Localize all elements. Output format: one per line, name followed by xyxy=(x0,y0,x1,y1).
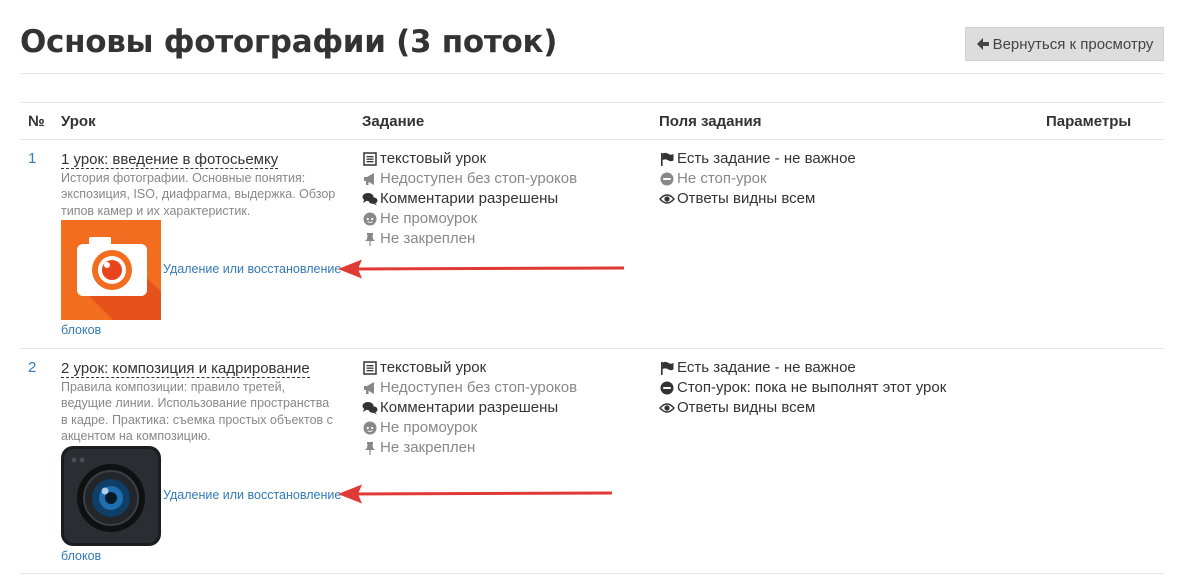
field-stop-lesson: Не стоп-урок xyxy=(659,170,767,187)
row-divider xyxy=(20,573,1164,574)
lesson-title-link[interactable]: 2 урок: композиция и кадрирование xyxy=(61,360,310,378)
task-type: текстовый урок xyxy=(362,150,486,167)
table-header-border xyxy=(20,139,1164,140)
bullhorn-icon xyxy=(362,380,378,396)
pin-icon xyxy=(362,231,378,247)
minus-circle-icon xyxy=(659,380,675,396)
page-title: Основы фотографии (3 поток) xyxy=(20,24,558,60)
task-pinned: Не закреплен xyxy=(362,439,475,456)
row-number: 1 xyxy=(28,150,37,167)
column-header-task-fields: Поля задания xyxy=(659,113,762,130)
pin-icon xyxy=(362,440,378,456)
comments-icon xyxy=(362,191,378,207)
eye-icon xyxy=(659,400,675,416)
field-answers-visibility: Ответы видны всем xyxy=(659,190,815,207)
orange-camera-icon xyxy=(61,220,161,320)
task-promo: Не промоурок xyxy=(362,419,477,436)
field-answers-visibility: Ответы видны всем xyxy=(659,399,815,416)
field-stop-lesson: Стоп-урок: пока не выполнят этот урок xyxy=(659,379,946,396)
column-header-number: № xyxy=(28,113,45,130)
minus-circle-icon xyxy=(659,171,675,187)
blocks-link[interactable]: блоков xyxy=(61,549,101,563)
task-promo: Не промоурок xyxy=(362,210,477,227)
task-access: Недоступен без стоп-уроков xyxy=(362,379,577,396)
table-top-border xyxy=(20,102,1164,103)
annotation-arrow xyxy=(338,484,613,504)
blocks-link[interactable]: блоков xyxy=(61,323,101,337)
task-type: текстовый урок xyxy=(362,359,486,376)
row-divider xyxy=(20,348,1164,349)
column-header-parameters: Параметры xyxy=(1046,113,1132,130)
field-assignment: Есть задание - не важное xyxy=(659,150,856,167)
arrow-left-icon xyxy=(976,37,990,51)
reddit-icon xyxy=(362,420,378,436)
comments-icon xyxy=(362,400,378,416)
list-icon xyxy=(362,151,378,167)
annotation-arrow xyxy=(338,259,625,279)
task-comments: Комментарии разрешены xyxy=(362,399,558,416)
flag-icon xyxy=(659,151,675,167)
lesson-description: Правила композиции: правило третей, веду… xyxy=(61,380,333,443)
delete-restore-link[interactable]: Удаление или восстановление xyxy=(163,262,341,276)
task-access: Недоступен без стоп-уроков xyxy=(362,170,577,187)
task-comments: Комментарии разрешены xyxy=(362,190,558,207)
column-header-lesson: Урок xyxy=(61,113,96,130)
column-header-task: Задание xyxy=(362,113,425,130)
divider xyxy=(20,73,1164,74)
list-icon xyxy=(362,360,378,376)
back-button-label: Вернуться к просмотру xyxy=(992,35,1154,53)
eye-icon xyxy=(659,191,675,207)
flag-icon xyxy=(659,360,675,376)
back-to-view-button[interactable]: Вернуться к просмотру xyxy=(965,27,1164,61)
delete-restore-link[interactable]: Удаление или восстановление xyxy=(163,488,341,502)
lesson-title-link[interactable]: 1 урок: введение в фотосьемку xyxy=(61,151,279,169)
field-assignment: Есть задание - не важное xyxy=(659,359,856,376)
bullhorn-icon xyxy=(362,171,378,187)
task-pinned: Не закреплен xyxy=(362,230,475,247)
row-number: 2 xyxy=(28,359,37,376)
dark-lens-icon xyxy=(61,446,161,546)
lesson-description: История фотографии. Основные понятия: эк… xyxy=(61,171,336,218)
reddit-icon xyxy=(362,211,378,227)
